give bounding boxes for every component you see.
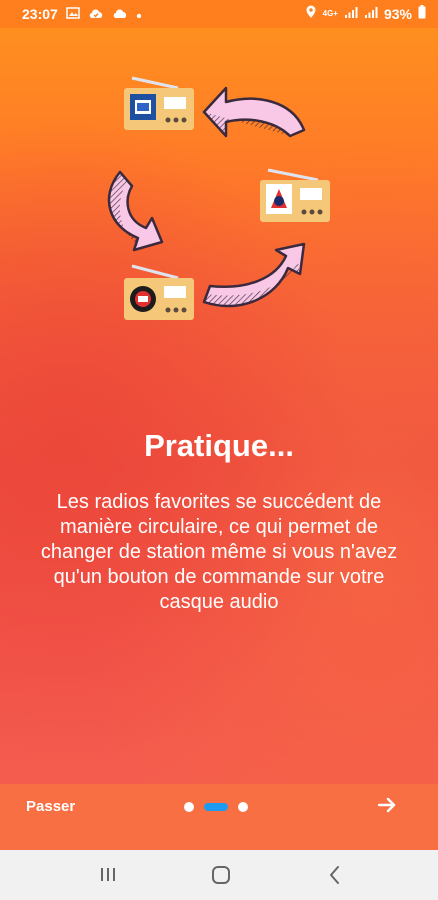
network-type: 4G+ [322,8,338,18]
battery-percent: 93% [383,5,412,22]
radio-right [260,168,330,222]
radio-cycle-illustration [100,66,340,331]
status-left: 23:07 [22,6,142,22]
radio-top [124,76,194,130]
page-description: Les radios favorites se succédent de man… [40,491,398,613]
onboarding-bottom-bar: Passer [0,784,438,850]
back-button[interactable] [322,862,348,888]
cloud-check-icon [88,6,104,22]
arrow-bottom-icon [202,242,306,308]
back-icon [322,866,348,892]
skip-button[interactable]: Passer [26,798,75,815]
page-dot[interactable] [238,802,248,812]
cloud-icon [112,6,128,22]
page-dot[interactable] [184,802,194,812]
status-right: 4G+ 93% [305,5,426,22]
signal-icon [364,6,378,22]
image-icon [66,6,80,22]
arrow-top-icon [202,86,306,138]
page-title: Pratique... [144,428,294,463]
battery-icon [418,5,426,22]
signal-icon [344,6,358,22]
recents-button[interactable] [96,862,122,888]
recents-icon [96,868,122,892]
status-bar: 23:07 4G+ 93% [0,0,438,28]
location-icon [305,5,317,22]
android-nav-bar [0,850,438,900]
home-button[interactable] [208,862,234,888]
dot-icon [136,6,142,22]
arrow-right-icon [377,795,397,820]
onboarding-screen: Pratique... Les radios favorites se succ… [0,28,438,784]
page-dot-active[interactable] [204,803,228,811]
home-icon [208,866,234,892]
next-button[interactable] [372,792,402,822]
status-time: 23:07 [22,6,58,22]
radio-bottom [124,264,194,320]
page-indicator [184,801,248,813]
arrow-left-icon [107,170,164,252]
